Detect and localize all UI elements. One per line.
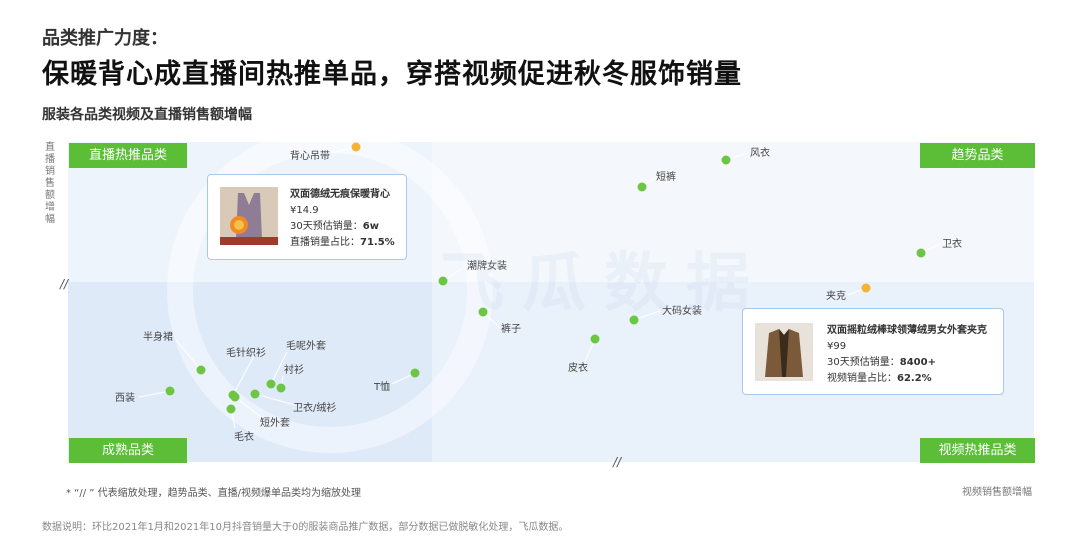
scatter-point: [410, 368, 420, 378]
scatter-point: [230, 392, 240, 402]
jacket-sales-value: 8400+: [899, 357, 936, 368]
point-label: 西装: [115, 391, 135, 404]
scatter-point: [250, 389, 260, 399]
point-label: 卫衣/绒衫: [293, 401, 336, 414]
point-label: 风衣: [750, 146, 770, 159]
product-card-vest: 双面德绒无痕保暖背心 ¥14.9 30天预估销量：6w 直播销量占比：71.5%: [207, 174, 407, 260]
jacket-product-image: [755, 323, 813, 381]
jacket-product-name: 双面摇粒绒棒球领薄绒男女外套夹克: [827, 325, 987, 336]
jacket-share-label: 视频销量占比：: [827, 373, 897, 384]
y-axis-label: 直播销售额增幅: [45, 142, 55, 225]
vest-share-label: 直播销量占比：: [290, 237, 360, 248]
point-label: 背心吊带: [290, 149, 330, 162]
vest-share-value: 71.5%: [360, 237, 395, 248]
jacket-share-value: 62.2%: [897, 373, 932, 384]
product-card-jacket: 双面摇粒绒棒球领薄绒男女外套夹克 ¥99 30天预估销量：8400+ 视频销量占…: [742, 308, 1004, 395]
x-axis-break: //: [613, 455, 622, 469]
point-label: 半身裙: [143, 330, 173, 343]
point-label: 毛针织衫: [226, 346, 266, 359]
scatter-point: [196, 365, 206, 375]
y-axis-break: //: [60, 277, 69, 291]
quadrant-label-video: 视频热推品类: [920, 438, 1035, 463]
point-label: 皮衣: [568, 361, 588, 374]
point-label: 衬衫: [284, 363, 304, 376]
x-axis-label: 视频销售额增幅: [962, 487, 1032, 498]
footnote: * “// ” 代表缩放处理，趋势品类、直播/视频爆单品类均为缩放处理: [66, 488, 362, 499]
scatter-point: [590, 334, 600, 344]
vest-product-name: 双面德绒无痕保暖背心: [290, 189, 390, 200]
scatter-point: [165, 386, 175, 396]
point-label: 毛呢外套: [286, 339, 326, 352]
quadrant-label-live: 直播热推品类: [69, 143, 187, 168]
jacket-price: ¥99: [827, 341, 847, 352]
jacket-sales-label: 30天预估销量：: [827, 357, 900, 368]
vest-product-image: [220, 187, 278, 245]
scatter-point: [351, 142, 361, 152]
point-label: T恤: [373, 380, 390, 393]
quadrant-label-mature: 成熟品类: [69, 438, 187, 463]
point-label: 短外套: [260, 416, 290, 429]
vest-sales-label: 30天预估销量：: [290, 221, 363, 232]
point-label: 毛衣: [234, 430, 254, 443]
scatter-point: [276, 383, 286, 393]
scatter-point: [721, 155, 731, 165]
scatter-point: [637, 182, 647, 192]
vest-price: ¥14.9: [290, 205, 319, 216]
data-source: 数据说明：环比2021年1月和2021年10月抖音销量大于0的服装商品推广数据，…: [42, 522, 569, 533]
point-label: 夹克: [826, 289, 846, 302]
quadrant-label-trend: 趋势品类: [920, 143, 1035, 168]
scatter-point: [861, 283, 871, 293]
vest-sales-value: 6w: [362, 221, 379, 232]
point-label: 短裤: [656, 170, 676, 183]
point-label: 卫衣: [942, 237, 962, 250]
watermark-text: 飞瓜数据: [440, 247, 768, 321]
scatter-point: [916, 248, 926, 258]
scatter-point: [266, 379, 276, 389]
scatter-point: [226, 404, 236, 414]
